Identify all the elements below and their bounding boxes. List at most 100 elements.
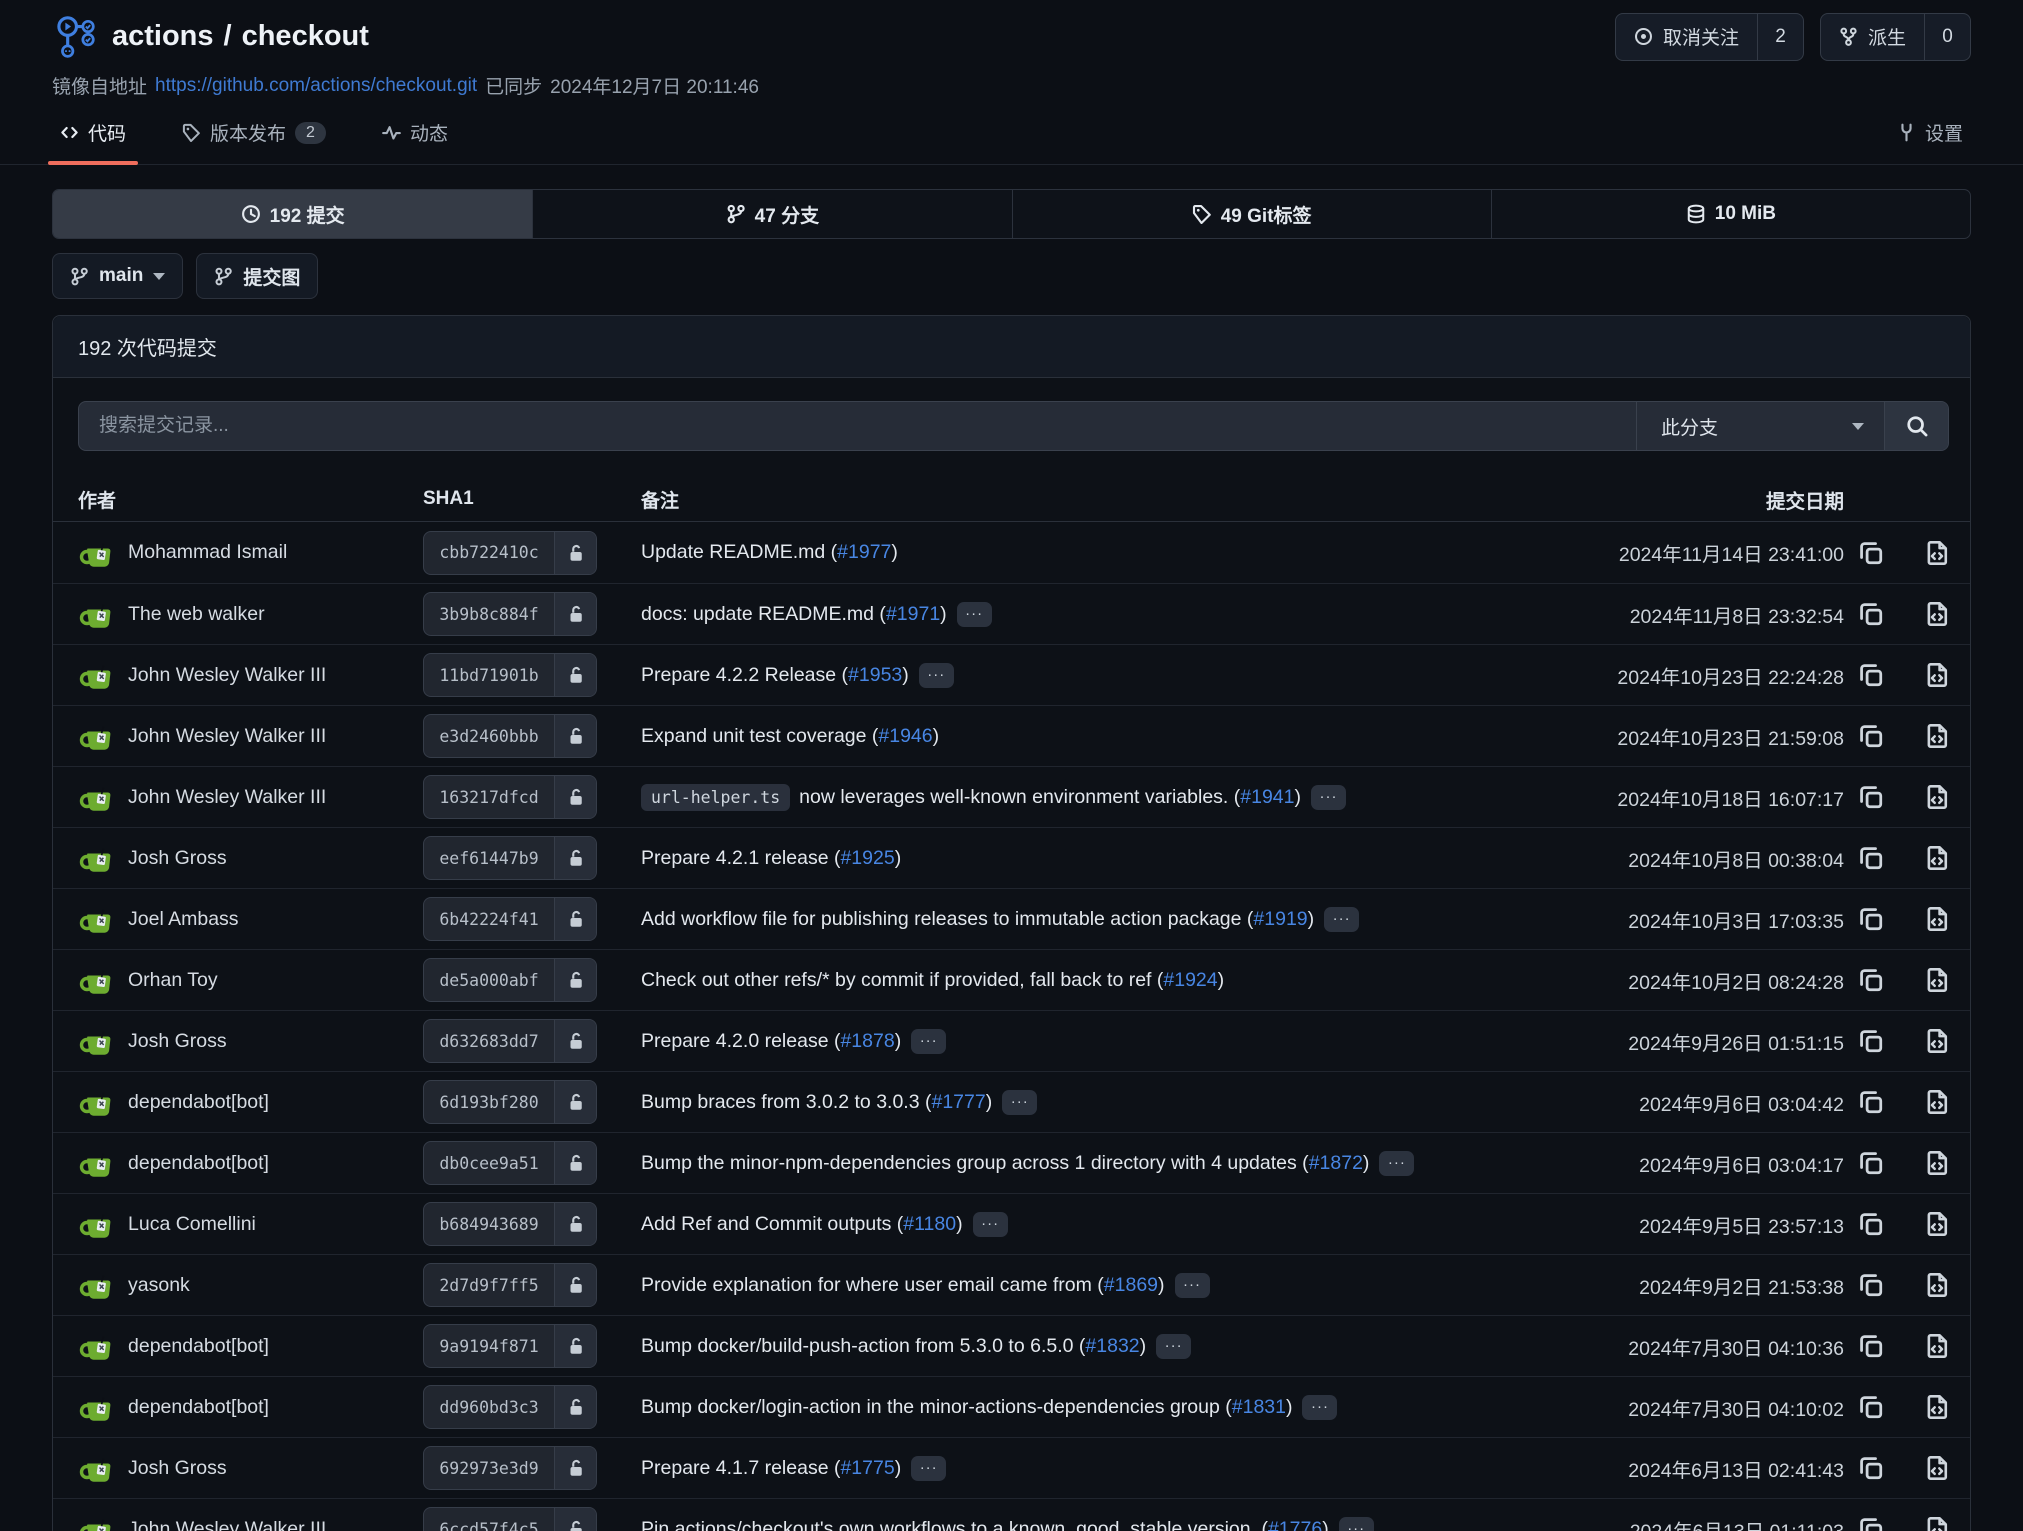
branch-selector[interactable]: main: [52, 253, 183, 299]
commit-sha-button[interactable]: b684943689: [423, 1202, 597, 1246]
expand-commit-message-button[interactable]: ···: [973, 1212, 1008, 1237]
pr-link[interactable]: #1872: [1309, 1152, 1363, 1175]
commit-sha-button[interactable]: dd960bd3c3: [423, 1385, 597, 1429]
commit-author[interactable]: John Wesley Walker III: [128, 786, 326, 809]
expand-commit-message-button[interactable]: ···: [1002, 1090, 1037, 1115]
commit-graph-button[interactable]: 提交图: [196, 253, 318, 299]
avatar[interactable]: [78, 1145, 114, 1181]
avatar[interactable]: [78, 657, 114, 693]
commit-sha-button[interactable]: eef61447b9: [423, 836, 597, 880]
expand-commit-message-button[interactable]: ···: [911, 1456, 946, 1481]
commit-author[interactable]: dependabot[bot]: [128, 1152, 269, 1175]
browse-source-button[interactable]: [1924, 662, 1950, 688]
commit-sha-button[interactable]: 163217dfcd: [423, 775, 597, 819]
browse-source-button[interactable]: [1924, 1211, 1950, 1237]
expand-commit-message-button[interactable]: ···: [1324, 907, 1359, 932]
pr-link[interactable]: #1953: [848, 664, 902, 687]
commit-author[interactable]: The web walker: [128, 603, 265, 626]
commit-sha-button[interactable]: 6d193bf280: [423, 1080, 597, 1124]
unwatch-button[interactable]: 取消关注: [1616, 14, 1757, 60]
commit-author[interactable]: Mohammad Ismail: [128, 541, 287, 564]
expand-commit-message-button[interactable]: ···: [957, 602, 992, 627]
commit-author[interactable]: Joel Ambass: [128, 908, 239, 931]
copy-sha-button[interactable]: [1858, 1333, 1884, 1359]
commit-author[interactable]: Luca Comellini: [128, 1213, 256, 1236]
avatar[interactable]: [78, 1328, 114, 1364]
copy-sha-button[interactable]: [1858, 1394, 1884, 1420]
browse-source-button[interactable]: [1924, 1028, 1950, 1054]
commit-author[interactable]: dependabot[bot]: [128, 1396, 269, 1419]
expand-commit-message-button[interactable]: ···: [1311, 785, 1346, 810]
copy-sha-button[interactable]: [1858, 1028, 1884, 1054]
branch-filter-dropdown[interactable]: 此分支: [1636, 402, 1884, 450]
commit-sha-button[interactable]: 6ccd57f4c5: [423, 1507, 597, 1531]
commit-author[interactable]: dependabot[bot]: [128, 1335, 269, 1358]
browse-source-button[interactable]: [1924, 1516, 1950, 1531]
avatar[interactable]: [78, 901, 114, 937]
expand-commit-message-button[interactable]: ···: [1156, 1334, 1191, 1359]
pr-link[interactable]: #1977: [837, 541, 891, 564]
pr-link[interactable]: #1946: [878, 725, 932, 748]
commit-author[interactable]: Josh Gross: [128, 1030, 227, 1053]
avatar[interactable]: [78, 1023, 114, 1059]
pr-link[interactable]: #1919: [1253, 908, 1307, 931]
pr-link[interactable]: #1925: [840, 847, 894, 870]
browse-source-button[interactable]: [1924, 1394, 1950, 1420]
browse-source-button[interactable]: [1924, 723, 1950, 749]
watchers-count[interactable]: 2: [1757, 14, 1803, 60]
commit-author[interactable]: John Wesley Walker III: [128, 725, 326, 748]
commit-author[interactable]: John Wesley Walker III: [128, 1518, 326, 1531]
pr-link[interactable]: #1832: [1085, 1335, 1139, 1358]
pr-link[interactable]: #1924: [1163, 969, 1217, 992]
expand-commit-message-button[interactable]: ···: [919, 663, 954, 688]
browse-source-button[interactable]: [1924, 1272, 1950, 1298]
expand-commit-message-button[interactable]: ···: [1339, 1517, 1374, 1531]
stat-commits[interactable]: 192 提交: [53, 190, 532, 238]
avatar[interactable]: [78, 1084, 114, 1120]
stat-size[interactable]: 10 MiB: [1491, 190, 1970, 238]
avatar[interactable]: [78, 1267, 114, 1303]
browse-source-button[interactable]: [1924, 845, 1950, 871]
mirror-url-link[interactable]: https://github.com/actions/checkout.git: [155, 75, 477, 97]
tab-settings[interactable]: 设置: [1889, 119, 1971, 164]
browse-source-button[interactable]: [1924, 906, 1950, 932]
avatar[interactable]: [78, 1206, 114, 1242]
search-commits-input[interactable]: [79, 402, 1636, 450]
commit-sha-button[interactable]: cbb722410c: [423, 531, 597, 575]
pr-link[interactable]: #1878: [840, 1030, 894, 1053]
pr-link[interactable]: #1180: [903, 1213, 956, 1236]
commit-sha-button[interactable]: 2d7d9f7ff5: [423, 1263, 597, 1307]
expand-commit-message-button[interactable]: ···: [1379, 1151, 1414, 1176]
avatar[interactable]: [78, 962, 114, 998]
stat-tags[interactable]: 49 Git标签: [1012, 190, 1491, 238]
avatar[interactable]: [78, 718, 114, 754]
commit-sha-button[interactable]: 3b9b8c884f: [423, 592, 597, 636]
browse-source-button[interactable]: [1924, 1150, 1950, 1176]
avatar[interactable]: [78, 535, 114, 571]
copy-sha-button[interactable]: [1858, 1272, 1884, 1298]
avatar[interactable]: [78, 1511, 114, 1531]
copy-sha-button[interactable]: [1858, 845, 1884, 871]
browse-source-button[interactable]: [1924, 784, 1950, 810]
repo-link[interactable]: checkout: [242, 20, 369, 53]
browse-source-button[interactable]: [1924, 1455, 1950, 1481]
commit-author[interactable]: Josh Gross: [128, 847, 227, 870]
copy-sha-button[interactable]: [1858, 1089, 1884, 1115]
fork-button[interactable]: 派生: [1821, 14, 1924, 60]
pr-link[interactable]: #1869: [1104, 1274, 1158, 1297]
commit-author[interactable]: Josh Gross: [128, 1457, 227, 1480]
avatar[interactable]: [78, 596, 114, 632]
commit-sha-button[interactable]: 11bd71901b: [423, 653, 597, 697]
commit-sha-button[interactable]: 9a9194f871: [423, 1324, 597, 1368]
pr-link[interactable]: #1831: [1232, 1396, 1286, 1419]
copy-sha-button[interactable]: [1858, 1516, 1884, 1531]
browse-source-button[interactable]: [1924, 967, 1950, 993]
copy-sha-button[interactable]: [1858, 540, 1884, 566]
copy-sha-button[interactable]: [1858, 784, 1884, 810]
browse-source-button[interactable]: [1924, 1089, 1950, 1115]
commit-sha-button[interactable]: de5a000abf: [423, 958, 597, 1002]
copy-sha-button[interactable]: [1858, 906, 1884, 932]
commit-sha-button[interactable]: e3d2460bbb: [423, 714, 597, 758]
tab-activity[interactable]: 动态: [374, 119, 456, 164]
commit-sha-button[interactable]: db0cee9a51: [423, 1141, 597, 1185]
